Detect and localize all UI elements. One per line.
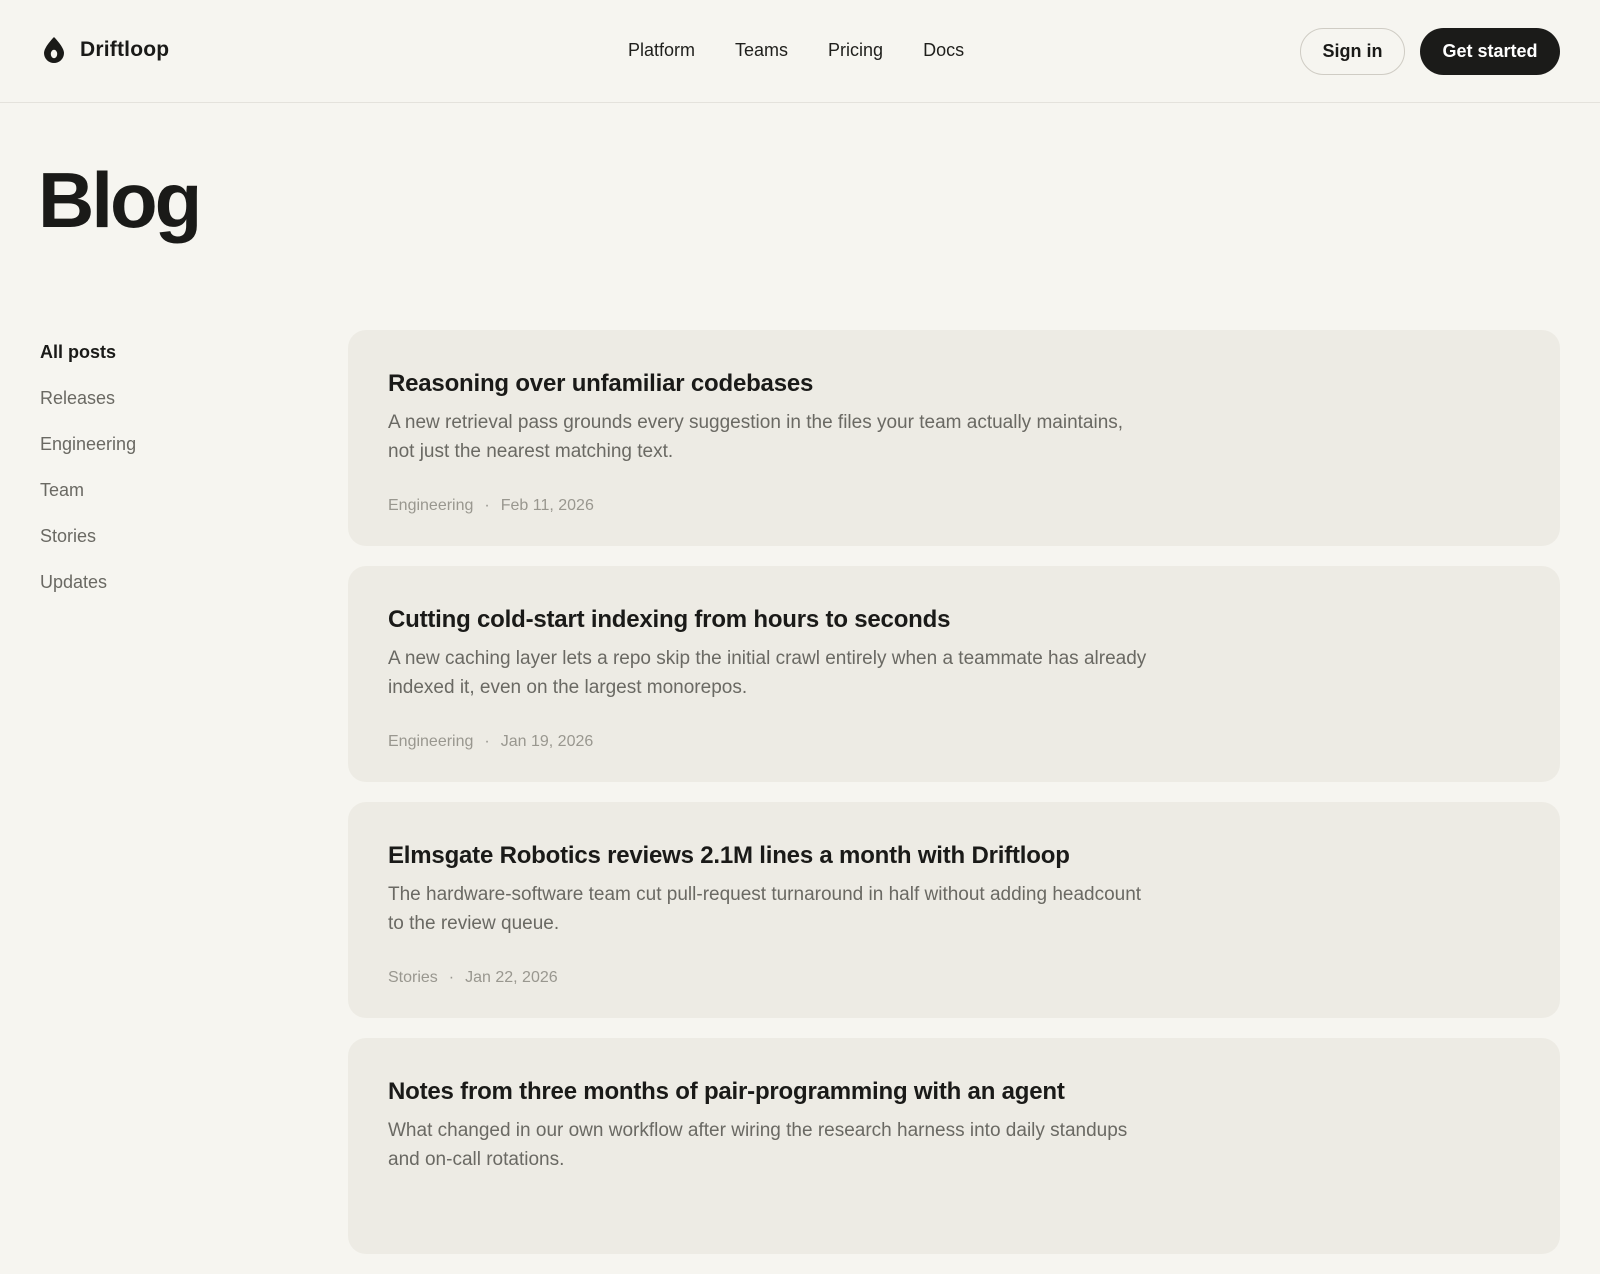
post-card[interactable]: Notes from three months of pair-programm… [348,1038,1560,1254]
get-started-button[interactable]: Get started [1420,28,1560,75]
site-header: Driftloop Platform Teams Pricing Docs Si… [0,0,1600,103]
post-card[interactable]: Cutting cold-start indexing from hours t… [348,566,1560,782]
sidebar-item-updates[interactable]: Updates [40,569,260,615]
nav-link-docs[interactable]: Docs [923,40,964,61]
brand-logo[interactable]: Driftloop [42,36,169,64]
post-meta: Stories · Jan 22, 2026 [388,969,558,987]
droplet-icon [44,37,64,63]
sidebar-item-all-posts[interactable]: All posts [40,339,260,385]
sidebar-item-releases[interactable]: Releases [40,385,260,431]
nav-link-platform[interactable]: Platform [628,40,695,61]
post-title[interactable]: Notes from three months of pair-programm… [388,1078,1065,1106]
post-date: Jan 22, 2026 [465,969,558,986]
post-excerpt: A new caching layer lets a repo skip the… [388,648,1147,698]
sidebar-item-stories[interactable]: Stories [40,523,260,569]
meta-separator: · [484,497,490,514]
post-title[interactable]: Elmsgate Robotics reviews 2.1M lines a m… [388,842,1070,870]
post-title[interactable]: Reasoning over unfamiliar codebases [388,370,813,398]
post-meta: Engineering · Jan 19, 2026 [388,733,593,751]
nav-link-teams[interactable]: Teams [735,40,788,61]
meta-separator: · [484,733,490,750]
post-excerpt: A new retrieval pass grounds every sugge… [388,412,1124,462]
post-meta: Engineering · Feb 11, 2026 [388,497,594,515]
post-list: Reasoning over unfamiliar codebases A ne… [348,330,1560,1274]
post-excerpt: What changed in our own workflow after w… [388,1120,1128,1170]
sidebar-item-team[interactable]: Team [40,477,260,523]
brand-name: Driftloop [80,38,170,61]
meta-separator: · [448,969,455,986]
post-category: Stories [388,969,438,986]
page-title: Blog [38,156,202,244]
post-excerpt: The hardware-software team cut pull-requ… [388,884,1142,934]
category-sidebar: All posts Releases Engineering Team Stor… [40,339,260,615]
post-category: Engineering [388,733,474,750]
post-card[interactable]: Elmsgate Robotics reviews 2.1M lines a m… [348,802,1560,1018]
post-date: Jan 19, 2026 [500,733,594,750]
nav-link-pricing[interactable]: Pricing [828,40,883,61]
post-card[interactable]: Reasoning over unfamiliar codebases A ne… [348,330,1560,546]
post-date: Feb 11, 2026 [500,497,594,514]
main-nav: Platform Teams Pricing Docs [628,40,964,61]
post-category: Engineering [388,497,474,514]
post-title[interactable]: Cutting cold-start indexing from hours t… [388,606,950,634]
sign-in-button[interactable]: Sign in [1300,28,1405,75]
sidebar-item-engineering[interactable]: Engineering [40,431,260,477]
